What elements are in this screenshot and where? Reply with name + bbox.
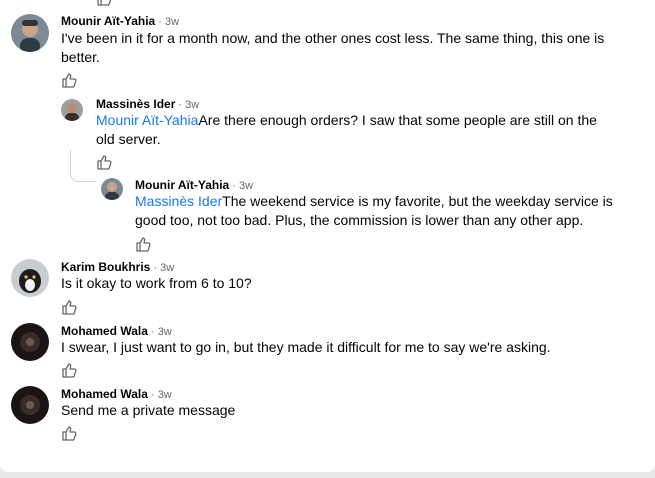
thread-line xyxy=(70,150,96,182)
comment-header: Karim Boukhris · 3w xyxy=(61,260,174,275)
comment-header: Massinès Ider · 3w xyxy=(96,97,199,112)
comment-text: Mounir Aït-YahiaAre there enough orders?… xyxy=(96,111,616,149)
thumbs-up-icon xyxy=(62,426,77,441)
separator: · xyxy=(147,389,158,401)
avatar[interactable] xyxy=(11,14,49,52)
comment-header: Mounir Aït-Yahia · 3w xyxy=(135,178,253,193)
like-button[interactable] xyxy=(61,425,77,441)
comment-header: Mounir Aït-Yahia · 3w xyxy=(61,14,179,29)
comment-text: Massinès IderThe weekend service is my f… xyxy=(135,192,630,230)
like-button[interactable] xyxy=(61,362,77,378)
like-button[interactable] xyxy=(61,299,77,315)
thumbs-up-icon xyxy=(136,237,151,252)
avatar[interactable] xyxy=(61,99,83,121)
timestamp[interactable]: 3w xyxy=(239,180,253,192)
author-name[interactable]: Karim Boukhris xyxy=(61,260,150,274)
avatar[interactable] xyxy=(11,386,49,424)
page-background xyxy=(0,472,655,478)
comment-text: I've been in it for a month now, and the… xyxy=(61,29,621,67)
timestamp[interactable]: 3w xyxy=(160,262,174,274)
author-name[interactable]: Mounir Aït-Yahia xyxy=(61,14,155,28)
separator: · xyxy=(147,326,158,338)
comments-panel: Mounir Aït-Yahia · 3w I've been in it fo… xyxy=(0,0,655,472)
author-name[interactable]: Mohamed Wala xyxy=(61,324,148,338)
mention-link[interactable]: Mounir Aït-Yahia xyxy=(96,112,198,128)
like-button[interactable] xyxy=(61,72,77,88)
separator: · xyxy=(150,262,161,274)
comment-body: I've been in it for a month now, and the… xyxy=(61,30,605,65)
comment-header: Mohamed Wala · 3w xyxy=(61,324,172,339)
author-name[interactable]: Mounir Aït-Yahia xyxy=(135,178,229,192)
comment-header: Mohamed Wala · 3w xyxy=(61,387,172,402)
comment-body: Is it okay to work from 6 to 10? xyxy=(61,275,252,291)
timestamp[interactable]: 3w xyxy=(185,99,199,111)
author-name[interactable]: Mohamed Wala xyxy=(61,387,148,401)
thumbs-up-icon xyxy=(97,155,112,170)
like-icon[interactable] xyxy=(96,0,112,6)
thumbs-up-icon xyxy=(62,363,77,378)
avatar[interactable] xyxy=(11,259,49,297)
comment-text: Send me a private message xyxy=(61,401,621,420)
timestamp[interactable]: 3w xyxy=(158,389,172,401)
thumbs-up-icon xyxy=(62,73,77,88)
separator: · xyxy=(155,16,166,28)
comment-text: Is it okay to work from 6 to 10? xyxy=(61,274,621,293)
comment-body: I swear, I just want to go in, but they … xyxy=(61,339,551,355)
like-button[interactable] xyxy=(135,236,151,252)
comment-body: Send me a private message xyxy=(61,402,236,418)
separator: · xyxy=(229,180,240,192)
thumbs-up-icon xyxy=(62,300,77,315)
timestamp[interactable]: 3w xyxy=(165,16,179,28)
avatar[interactable] xyxy=(11,323,49,361)
timestamp[interactable]: 3w xyxy=(158,326,172,338)
avatar[interactable] xyxy=(101,178,123,200)
like-button[interactable] xyxy=(96,154,112,170)
author-name[interactable]: Massinès Ider xyxy=(96,97,175,111)
comment-text: I swear, I just want to go in, but they … xyxy=(61,338,641,357)
mention-link[interactable]: Massinès Ider xyxy=(135,193,222,209)
separator: · xyxy=(175,99,186,111)
